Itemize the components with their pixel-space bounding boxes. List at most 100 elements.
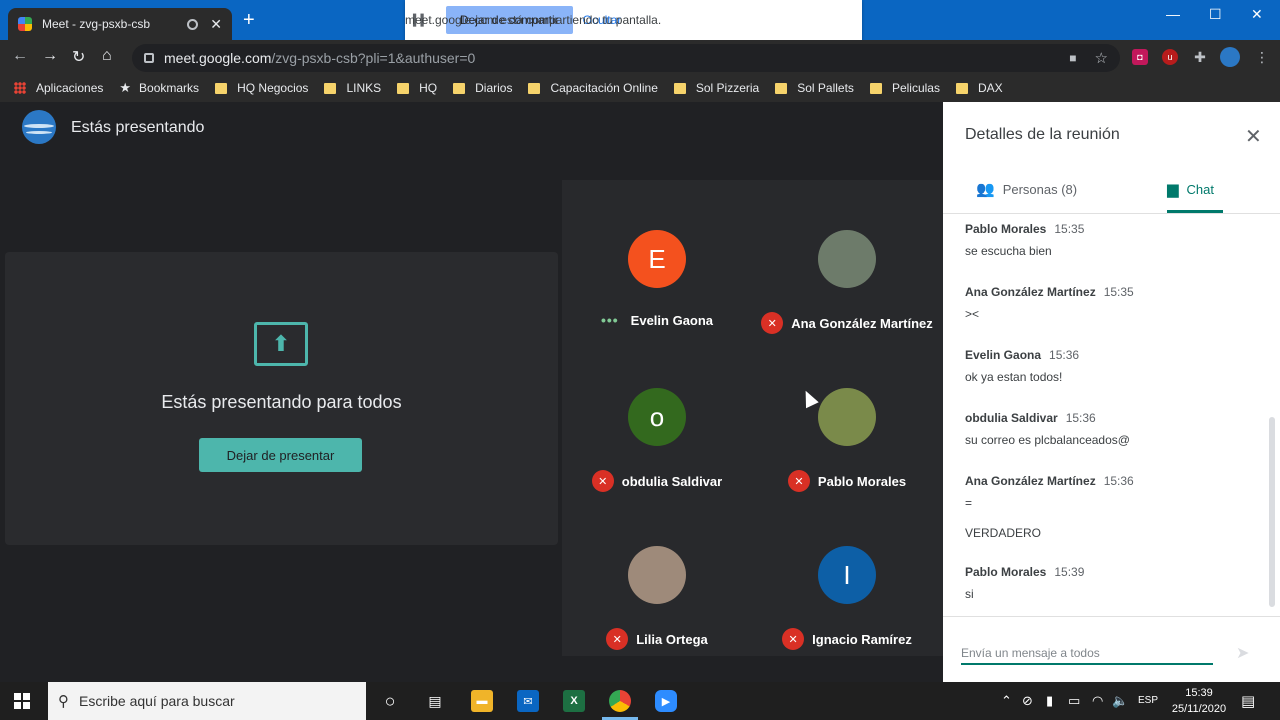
avatar <box>628 546 686 604</box>
participant-name: Lilia Ortega <box>636 631 708 647</box>
screen-share-bar: ▍▍ meet.google.com está compartiendo tu … <box>405 0 862 40</box>
bookmark-folder[interactable]: Sol Pizzeria <box>673 81 759 95</box>
avatar: o <box>628 388 686 446</box>
chat-message: obdulia Saldivar 15:36 su correo es plcba… <box>965 409 1265 447</box>
participant-name: obdulia Saldivar <box>621 473 723 489</box>
presenting-header: Estás presentando <box>71 119 205 136</box>
close-tab-icon[interactable]: ✕ <box>210 16 222 33</box>
avatar <box>818 388 876 446</box>
stop-presenting-button[interactable]: Dejar de presentar <box>199 438 362 472</box>
mic-off-icon: ✕ <box>782 628 805 650</box>
participant-tile[interactable]: I ✕ Ignacio Ramírez <box>752 496 942 654</box>
message-time: 15:36 <box>1049 348 1080 362</box>
meeting-details-panel: Detalles de la reunión ✕ 👥 Personas (8) … <box>943 102 1280 682</box>
star-icon: ★ <box>119 80 132 95</box>
mail-icon[interactable]: ✉ <box>517 690 539 712</box>
chat-message-input[interactable] <box>961 643 1213 665</box>
task-view-icon[interactable]: ▤ <box>424 690 446 712</box>
tab-people[interactable]: 👥 Personas (8) <box>976 180 1077 198</box>
message-sender: Ana González Martínez <box>965 285 1096 299</box>
bookmark-folder[interactable]: Diarios <box>453 81 512 95</box>
bookmark-folder[interactable]: Capacitación Online <box>528 81 658 95</box>
file-explorer-icon[interactable]: ▬ <box>471 690 493 712</box>
volume-icon[interactable]: 🔈 <box>1112 693 1128 709</box>
message-text: su correo es plcbalanceados@ <box>965 433 1130 447</box>
bookmark-folder[interactable]: Peliculas <box>869 81 940 95</box>
participant-tile[interactable]: ✕ Lilia Ortega <box>562 496 752 654</box>
avatar: E <box>628 230 686 288</box>
bookmark-folder[interactable]: DAX <box>955 81 1003 95</box>
forward-icon[interactable]: → <box>42 47 58 65</box>
bookmark-folder[interactable]: HQ <box>397 81 437 95</box>
chat-message: Ana González Martínez 15:36 = VERDADERO <box>965 472 1265 540</box>
taskbar-search[interactable]: ⚲ Escribe aquí para buscar <box>48 682 366 720</box>
participant-name: Ignacio Ramírez <box>812 631 912 647</box>
address-bar[interactable]: meet.google.com /zvg-psxb-csb?pli=1&auth… <box>132 44 1120 72</box>
browser-tab-meet[interactable]: Meet - zvg-psxb-csb ✕ <box>8 8 232 40</box>
message-sender: Pablo Morales <box>965 222 1047 236</box>
system-clock[interactable]: 15:39 25/11/2020 <box>1164 685 1234 717</box>
message-text: se escucha bien <box>965 244 1052 258</box>
notifications-icon[interactable]: ▤ <box>1241 692 1255 710</box>
participant-tile[interactable]: ✕ Ana González Martínez <box>752 180 942 338</box>
maximize-window-icon[interactable]: ☐ <box>1209 6 1222 23</box>
bookmark-apps[interactable]: Aplicaciones <box>14 81 103 95</box>
participant-name: Evelin Gaona <box>630 312 714 328</box>
home-icon[interactable]: ⌂ <box>102 47 112 65</box>
windows-taskbar: ⚲ Escribe aquí para buscar ○ ▤ ▬ ✉ X ▶ ⌃… <box>0 682 1280 720</box>
zoom-icon[interactable]: ▶ <box>655 690 677 712</box>
chrome-icon[interactable] <box>609 690 631 712</box>
lock-icon[interactable] <box>144 53 154 63</box>
wifi-icon[interactable]: ◠ <box>1092 693 1103 709</box>
chat-scrollbar[interactable] <box>1269 417 1275 607</box>
extensions-puzzle-icon[interactable]: ✚ <box>1192 49 1208 65</box>
reload-icon[interactable]: ↻ <box>72 47 85 67</box>
participant-tile[interactable]: ✕ Pablo Morales <box>752 338 942 496</box>
bookmark-folder[interactable]: HQ Negocios <box>215 81 308 95</box>
ublock-extension-icon[interactable]: u <box>1162 49 1178 65</box>
tray-app-icon[interactable]: ⊘ <box>1022 693 1033 709</box>
tab-chat[interactable]: ▆ Chat <box>1167 180 1214 198</box>
cortana-icon[interactable]: ○ <box>379 690 401 712</box>
folder-icon <box>955 82 968 94</box>
avatar <box>818 230 876 288</box>
close-panel-icon[interactable]: ✕ <box>1245 124 1262 149</box>
close-window-icon[interactable]: ✕ <box>1251 6 1263 23</box>
bookmark-folder[interactable]: Sol Pallets <box>775 81 854 95</box>
new-tab-button[interactable]: + <box>243 10 255 30</box>
bookmark-star-icon[interactable]: ☆ <box>1095 49 1108 67</box>
folder-icon <box>528 82 541 94</box>
send-icon[interactable]: ➤ <box>1236 643 1249 663</box>
mic-off-icon: ✕ <box>606 628 629 650</box>
bookmark-folder[interactable]: LINKS <box>324 81 381 95</box>
participant-tile[interactable]: o ✕ obdulia Saldivar <box>562 338 752 496</box>
bookmark-bookmarks[interactable]: ★ Bookmarks <box>119 80 199 96</box>
meet-favicon-icon <box>18 17 32 31</box>
participant-tile[interactable]: E ••• Evelin Gaona <box>562 180 752 338</box>
chat-composer: ➤ <box>943 616 1280 682</box>
divider <box>943 213 1280 214</box>
tray-overflow-icon[interactable]: ⌃ <box>1001 693 1012 709</box>
present-screen-icon: ⬆ <box>254 322 308 366</box>
microphone-icon[interactable]: ▮ <box>1046 693 1053 709</box>
mic-off-icon: ✕ <box>787 470 810 492</box>
recording-indicator-icon <box>187 18 199 30</box>
account-logo-icon <box>22 110 56 144</box>
message-text: VERDADERO <box>965 526 1042 540</box>
pocket-extension-icon[interactable]: ◘ <box>1132 49 1148 65</box>
tab-title: Meet - zvg-psxb-csb <box>42 17 151 31</box>
message-time: 15:35 <box>1054 222 1085 236</box>
excel-icon[interactable]: X <box>563 690 585 712</box>
windows-start-icon[interactable] <box>14 693 30 709</box>
camera-in-use-icon[interactable]: ■ <box>1069 51 1076 65</box>
search-icon: ⚲ <box>58 693 69 710</box>
language-indicator[interactable]: ESP <box>1138 695 1158 706</box>
minimize-window-icon[interactable]: — <box>1166 6 1180 22</box>
people-icon: 👥 <box>976 181 995 198</box>
back-icon[interactable]: ← <box>12 47 28 65</box>
chat-message: Evelin Gaona 15:36 ok ya estan todos! <box>965 346 1265 384</box>
folder-icon <box>869 82 882 94</box>
battery-icon[interactable]: ▭ <box>1068 693 1080 709</box>
browser-menu-icon[interactable]: ⋮ <box>1254 49 1270 65</box>
profile-avatar-icon[interactable] <box>1220 47 1240 67</box>
